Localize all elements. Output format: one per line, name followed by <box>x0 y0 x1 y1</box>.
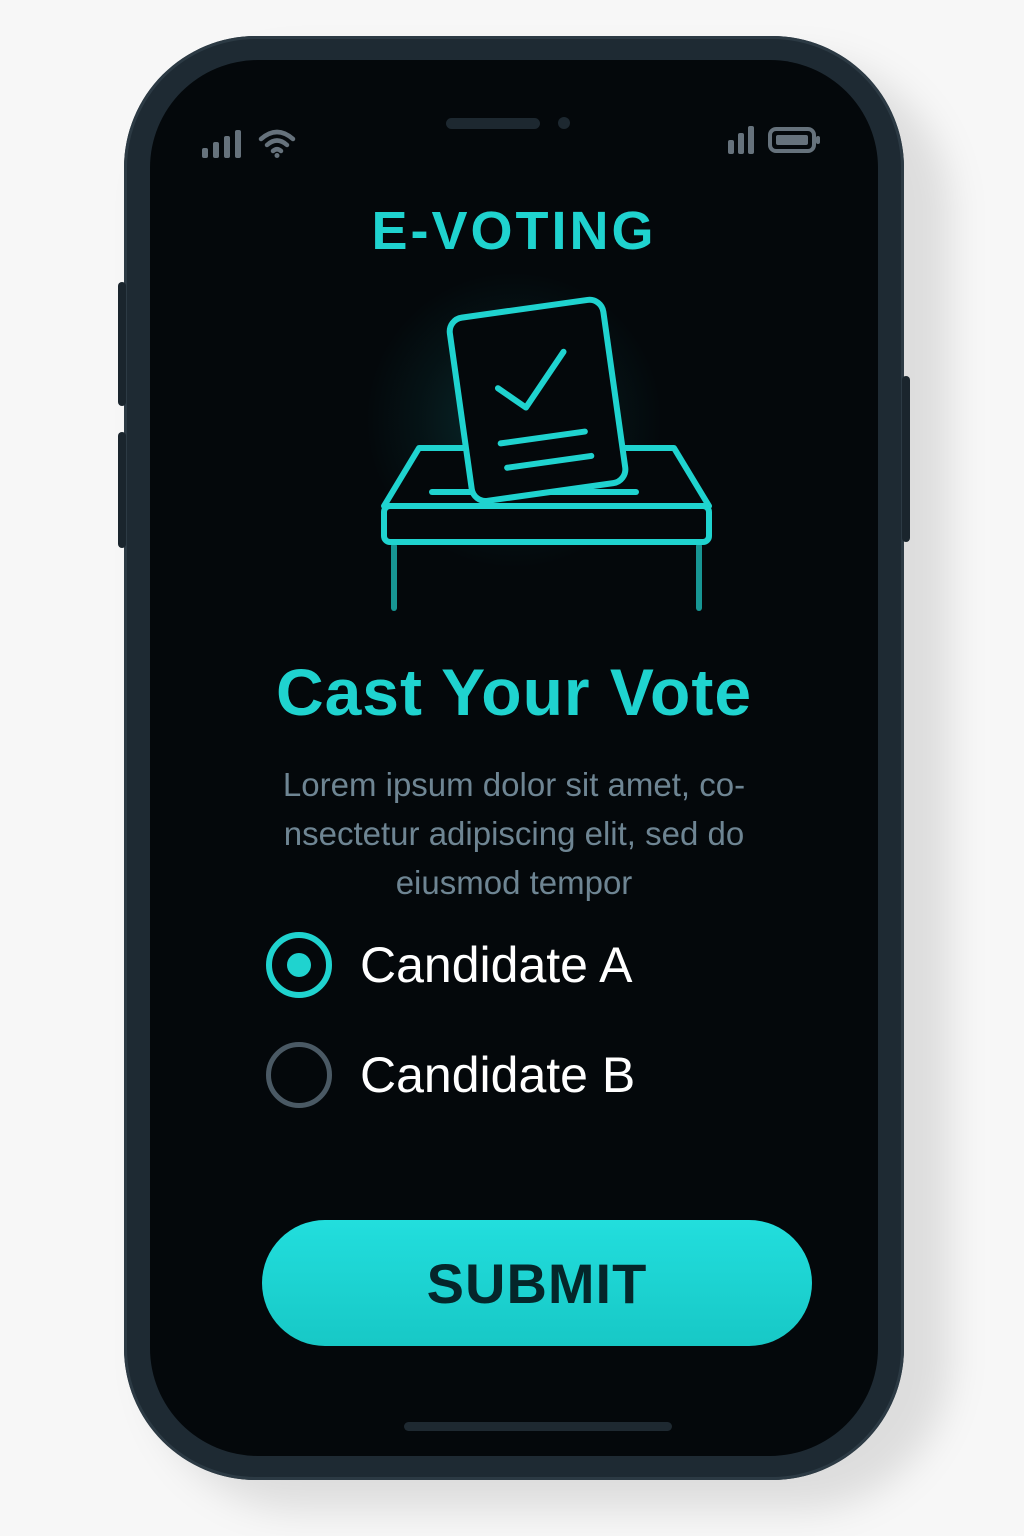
radio-selected-dot <box>287 953 311 977</box>
speaker-grille <box>446 118 540 129</box>
ballot-box-icon <box>381 296 712 611</box>
wifi-icon <box>258 129 296 158</box>
submit-button[interactable]: SUBMIT <box>262 1220 812 1346</box>
battery-icon <box>768 127 820 153</box>
front-camera <box>558 117 570 129</box>
status-bar-right <box>728 126 822 154</box>
home-indicator[interactable] <box>404 1422 672 1431</box>
candidate-option-a[interactable]: Candidate A <box>266 926 632 1004</box>
signal-icon <box>202 130 241 158</box>
side-button-left-bottom <box>118 432 126 548</box>
candidate-label: Candidate B <box>360 1047 636 1103</box>
side-button-right <box>902 376 910 542</box>
side-button-left-top <box>118 282 126 406</box>
signal-icon <box>728 126 754 154</box>
phone-frame: E-VOTING Cast Your Vote Lorem ipsum dolo… <box>118 36 910 1480</box>
page-heading: Cast Your Vote <box>275 655 753 729</box>
radio-button-checked[interactable] <box>266 932 332 998</box>
app-title: E-VOTING <box>371 201 657 261</box>
status-bar-left <box>202 128 296 158</box>
phone-screen: E-VOTING Cast Your Vote Lorem ipsum dolo… <box>150 60 878 1456</box>
page-description: Lorem ipsum dolor sit amet, co- nsectetu… <box>282 766 746 901</box>
candidate-option-b[interactable]: Candidate B <box>266 1036 635 1114</box>
radio-button-unchecked[interactable] <box>266 1042 332 1108</box>
candidate-label: Candidate A <box>360 937 633 993</box>
